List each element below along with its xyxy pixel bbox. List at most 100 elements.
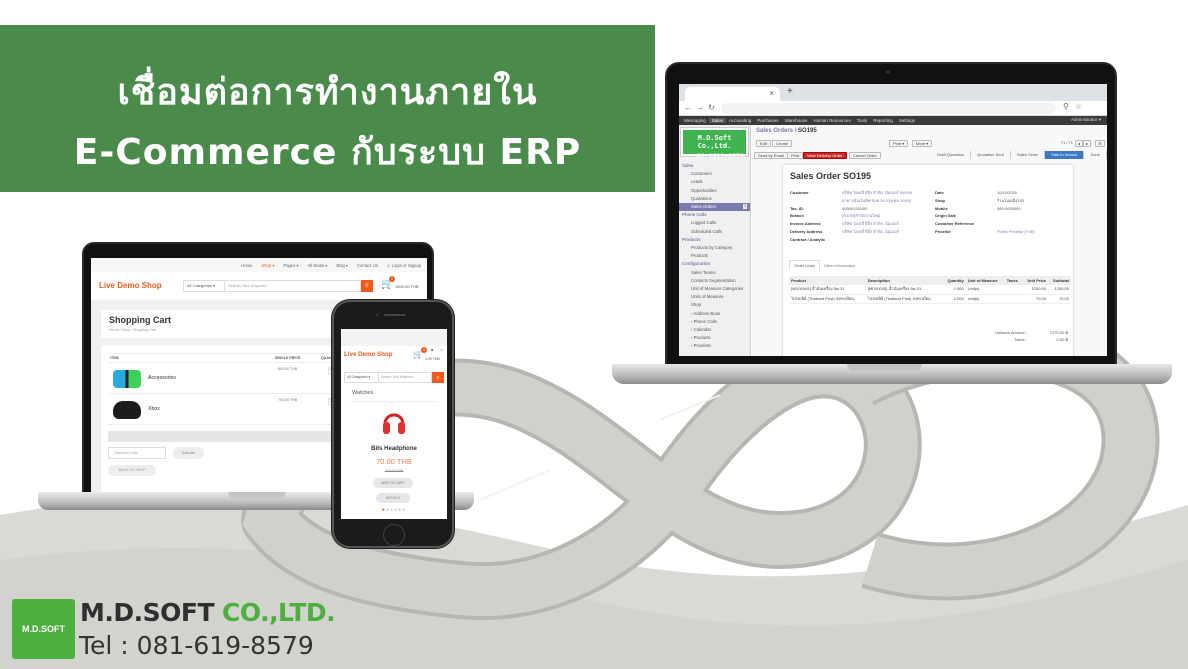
field-value[interactable]: บริษัท ไอเดลี่ ดีลิ่ง จำกัด, นัมเบอร์ [842,228,920,236]
tab-other-information[interactable]: Other Information [820,261,859,270]
search-input[interactable]: Search Your Keyword [379,372,432,383]
sidebar-item[interactable]: Products [679,334,750,342]
item-name[interactable]: Accessories [148,375,176,381]
nav-link[interactable]: Shop ▾ [261,263,274,268]
status-step[interactable]: Sales Order [1011,151,1046,159]
category-select[interactable]: All Categories ▾ [344,372,379,383]
sidebar-item[interactable]: Units of Measure [679,293,750,301]
sidebar-item[interactable]: Opportunities [679,187,750,195]
menu-item[interactable]: Warehouse [782,118,811,123]
column-header[interactable]: Unit of Measure [965,276,1005,285]
status-step[interactable]: Draft Quotation [931,151,972,159]
back-to-shop-button[interactable]: BACK TO SHOP [108,465,156,476]
cancel-order-button[interactable]: Cancel Order [849,152,881,159]
column-header[interactable]: Taxes [1004,276,1022,285]
view-delivery-order-button[interactable]: View Delivery Order [803,152,847,159]
field-value[interactable]: [00000]สำนักงานใหญ่ [842,212,920,220]
column-header[interactable]: Subtotal [1048,276,1071,285]
search-button[interactable]: ⚲ [361,280,373,292]
edit-button[interactable]: Edit [756,140,771,147]
search-input[interactable]: Search Your Keyword [225,280,361,292]
sidebar-item[interactable]: Phone Calls [679,318,750,326]
sidebar-item[interactable]: Products by Category [679,244,750,252]
field-value[interactable]: Public Pricelist (THB) [997,228,1075,236]
sidebar-item[interactable]: Address Book [679,310,750,318]
bookmark-star-icon[interactable]: ☆ [1075,102,1082,111]
reload-icon[interactable]: ↻ [708,103,719,112]
nav-link[interactable]: Blog ▾ [336,263,348,268]
column-header[interactable]: Quantity [942,276,966,285]
sidebar-item[interactable]: Phone Calls [679,211,750,219]
back-icon[interactable]: ← [684,103,696,112]
breadcrumb-parent[interactable]: Sales Orders [756,128,793,134]
home-button[interactable] [383,524,405,546]
sidebar-item[interactable]: Customers [679,170,750,178]
nav-link[interactable]: ⚠ Login or Signup [387,263,421,268]
details-button[interactable]: DETAILS [376,493,410,503]
column-header[interactable]: Description [865,276,943,285]
account-icon[interactable]: ⚠ [440,347,444,352]
forward-icon[interactable]: → [696,103,708,112]
field-value[interactable]: บริษัท ไอเดลี่ ดีลิ่ง จำกัด, นัมเบอร์ 99… [842,189,920,205]
menu-item[interactable]: Settings [896,118,918,123]
sidebar-item[interactable]: Configuration [679,260,750,268]
activate-button[interactable]: Activate [173,447,204,459]
wishlist-icon[interactable]: ■ [431,347,433,352]
sidebar-item[interactable]: Sales Orders [679,203,750,212]
sidebar-item[interactable]: Shop [679,301,750,309]
search-button[interactable]: ⚲ [432,372,444,383]
send-email-button[interactable]: Send by Email [754,152,788,159]
next-record-icon[interactable]: ▸ [1082,140,1091,147]
nav-link[interactable]: Home [241,263,252,268]
shop-logo[interactable]: Live Demo Shop [99,281,162,290]
column-header[interactable]: Unit Price [1022,276,1048,285]
carousel-dot[interactable]: ● [402,507,406,513]
close-tab-icon[interactable]: × [769,89,774,98]
status-step[interactable]: Sale to Invoice [1045,151,1085,159]
menu-item[interactable]: Messaging [681,118,709,123]
sidebar-item[interactable]: Sales [679,162,750,170]
menu-item[interactable]: Reporting [870,118,896,123]
carousel-dots[interactable]: ●●●●●● [341,507,447,513]
new-tab-button[interactable]: + [787,86,793,97]
sidebar-item[interactable]: Scheduled Calls [679,228,750,236]
tab-order-lines[interactable]: Order Lines [789,260,820,270]
print-dropdown[interactable]: Print ▾ [889,140,909,147]
print-button[interactable]: Print [787,152,804,159]
prev-record-icon[interactable]: ◂ [1074,140,1083,147]
nav-link[interactable]: Contact Us [357,263,378,268]
status-step[interactable]: Done [1084,151,1107,159]
sidebar-item[interactable]: Quotations [679,195,750,203]
sidebar-item[interactable]: Pricelists [679,342,750,350]
more-dropdown[interactable]: More ▾ [912,140,933,147]
sidebar-item[interactable]: Calendar [679,326,750,334]
field-value[interactable]: บริษัท ไอเดลี่ ดีลิ่ง จำกัด, นัมเบอร์ [842,220,920,228]
item-name[interactable]: Xbox [148,406,160,412]
sidebar-item[interactable]: Products [679,252,750,260]
product-name[interactable]: Bits Headphone [341,446,447,452]
add-to-cart-button[interactable]: ADD TO CART [373,478,413,488]
menu-item[interactable]: Accounting [726,118,754,123]
order-line-row[interactable]: [MD00005] น้ำมันเครื่อง 5w-31 [MD00005] น… [789,285,1071,295]
view-switcher-icon[interactable]: ☰ [1095,140,1105,147]
menu-item[interactable]: Purchases [754,118,781,123]
create-button[interactable]: Create [772,140,793,147]
browser-tab[interactable]: × [685,87,780,101]
sidebar-item[interactable]: Leads [679,178,750,186]
sidebar-item[interactable]: Products [679,236,750,244]
nav-link[interactable]: Pages ▾ [283,263,298,268]
sidebar-item[interactable]: Unit of Measure Categories [679,285,750,293]
sidebar-item[interactable]: Logged Calls [679,219,750,227]
menu-item[interactable]: Tools [854,118,871,123]
address-bar[interactable] [721,103,1056,114]
nav-link[interactable]: All Deals ▾ [308,263,328,268]
menu-item[interactable]: Sales [708,118,727,123]
menu-item[interactable]: Human Resources [810,118,853,123]
category-select[interactable]: All Categories ▾ [183,280,225,292]
sidebar-item[interactable]: Sales Teams [679,269,750,277]
order-line-row[interactable]: ไปรษณีย์ (Thailand Post) ลงทะเบียน ไปรษณี… [789,294,1071,304]
user-menu[interactable]: Administrator ▾ [1068,117,1104,123]
shop-logo[interactable]: Live Demo Shop [344,351,392,358]
zoom-icon[interactable]: ⚲ [1063,102,1069,111]
sidebar-item[interactable]: Contacts Segmentation [679,277,750,285]
